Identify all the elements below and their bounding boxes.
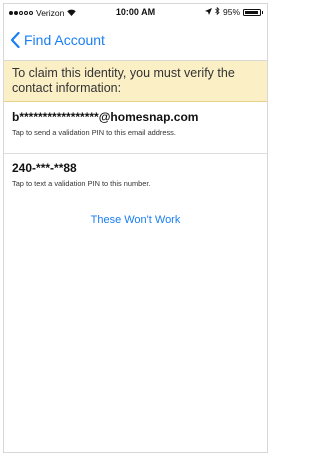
back-button[interactable]: Find Account [10, 32, 105, 48]
email-verification-option[interactable]: b*****************@homesnap.com Tap to s… [4, 110, 267, 154]
verify-instructions-banner: To claim this identity, you must verify … [4, 61, 267, 102]
banner-text: To claim this identity, you must verify … [12, 66, 235, 95]
masked-phone: 240-***-**88 [12, 161, 77, 175]
status-bar: Verizon 10:00 AM 95% [4, 4, 267, 22]
these-wont-work-button[interactable]: These Won't Work [4, 214, 267, 226]
battery-fill [245, 10, 259, 14]
chevron-left-icon [10, 32, 20, 48]
masked-email: b*****************@homesnap.com [12, 110, 199, 124]
battery-icon [243, 8, 263, 16]
status-right: 95% [204, 6, 263, 17]
app-screen: Verizon 10:00 AM 95% Find Account To cla… [3, 3, 268, 453]
navigation-bar: Find Account [4, 22, 267, 61]
phone-verification-option[interactable]: 240-***-**88 Tap to text a validation PI… [4, 161, 267, 193]
back-button-label: Find Account [24, 32, 105, 48]
bluetooth-icon [215, 6, 220, 17]
email-option-description: Tap to send a validation PIN to this ema… [12, 128, 176, 137]
battery-percent: 95% [222, 7, 240, 17]
location-arrow-icon [204, 7, 212, 17]
phone-option-description: Tap to text a validation PIN to this num… [12, 179, 151, 188]
